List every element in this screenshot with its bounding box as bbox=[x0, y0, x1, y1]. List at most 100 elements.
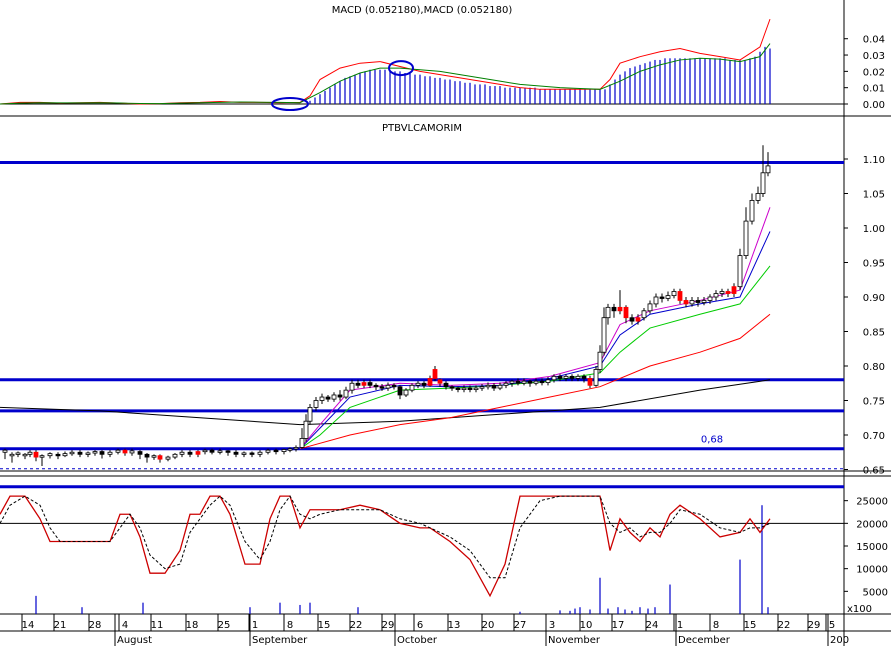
candle-body bbox=[597, 351, 603, 370]
candle-body bbox=[449, 386, 455, 389]
candle-body bbox=[241, 452, 247, 455]
stochastic-line bbox=[0, 495, 771, 579]
candle-body bbox=[765, 165, 771, 174]
candle-body bbox=[647, 303, 653, 312]
day-tick-label: 15 bbox=[744, 620, 757, 631]
candle-body bbox=[581, 375, 587, 379]
price-panel: PTBVLCAMORIM 0,68 1.10 1.05 1.00 0.95 0.90 0.… bbox=[0, 123, 885, 489]
candle-body bbox=[497, 384, 503, 389]
candle-body bbox=[601, 317, 607, 353]
candle-body bbox=[33, 451, 39, 458]
candle-body bbox=[265, 449, 271, 453]
candle-body bbox=[557, 375, 563, 379]
candle-body bbox=[257, 451, 263, 455]
candle-body bbox=[225, 450, 231, 453]
month-label: September bbox=[252, 635, 308, 646]
candle-body bbox=[373, 384, 379, 388]
price-title: PTBVLCAMORIM bbox=[382, 123, 462, 134]
candle-body bbox=[743, 220, 749, 257]
month-label: August bbox=[117, 635, 152, 646]
candle-body bbox=[202, 449, 208, 453]
stochastic-tick-label: 10000 bbox=[856, 565, 888, 576]
candle-body bbox=[157, 455, 163, 460]
day-tick-label: 18 bbox=[186, 620, 199, 631]
candle-body bbox=[151, 455, 157, 458]
candle-body bbox=[325, 396, 331, 400]
candle-body bbox=[385, 384, 391, 389]
candle-body bbox=[611, 306, 617, 312]
candle-body bbox=[367, 382, 373, 386]
macd-tick-label: 0.02 bbox=[863, 67, 885, 78]
candle-body bbox=[287, 448, 293, 451]
price-tick-label: 0.65 bbox=[863, 466, 885, 477]
macd-histogram bbox=[309, 46, 771, 104]
stochastic-volume-panel: 25000 20000 15000 10000 5000 x100 bbox=[0, 495, 888, 615]
day-tick-label: 3 bbox=[549, 620, 555, 631]
stochastic-tick-label: 15000 bbox=[856, 542, 888, 553]
candle-body bbox=[671, 291, 677, 297]
candle-body bbox=[217, 450, 223, 453]
day-tick-label: 21 bbox=[54, 620, 67, 631]
candle-body bbox=[355, 382, 361, 386]
candle-body bbox=[485, 384, 491, 388]
candle-body bbox=[545, 379, 551, 383]
candle-body bbox=[695, 300, 701, 303]
stochastic-tick-label: 5000 bbox=[863, 587, 888, 598]
day-tick-label: 4 bbox=[122, 620, 128, 631]
candle-body bbox=[85, 452, 91, 455]
candle-body bbox=[144, 453, 150, 458]
candle-body bbox=[755, 193, 761, 201]
day-tick-label: 14 bbox=[22, 620, 35, 631]
macd-y-ticks: 0.04 0.03 0.02 0.01 0.00 bbox=[844, 35, 885, 111]
moving-average bbox=[299, 231, 771, 450]
candle-body bbox=[427, 378, 433, 386]
candle-body bbox=[641, 310, 647, 319]
price-tick-label: 0.80 bbox=[863, 362, 885, 373]
candle-body bbox=[701, 300, 707, 303]
candle-body bbox=[273, 449, 279, 453]
macd-title: MACD (0.052180),MACD (0.052180) bbox=[332, 5, 513, 16]
candle-body bbox=[331, 394, 337, 400]
price-tick-label: 1.05 bbox=[863, 190, 885, 201]
price-y-ticks: 1.10 1.05 1.00 0.95 0.90 0.85 0.80 0.75 0.70 0.65 bbox=[844, 155, 885, 477]
candle-body bbox=[569, 375, 575, 379]
day-tick-label: 10 bbox=[580, 620, 593, 631]
candle-body bbox=[179, 451, 185, 455]
volume-unit-label: x100 bbox=[847, 604, 872, 615]
day-tick-label: 1 bbox=[252, 620, 258, 631]
price-tick-label: 0.75 bbox=[863, 397, 885, 408]
candle-body bbox=[605, 306, 611, 319]
month-label: December bbox=[678, 635, 731, 646]
macd-panel: MACD (0.052180),MACD (0.052180) 0.04 0.03… bbox=[0, 5, 885, 111]
candle-body bbox=[129, 450, 135, 454]
candle-body bbox=[195, 451, 201, 455]
stochastic-y-ticks: 25000 20000 15000 10000 5000 bbox=[844, 497, 888, 598]
candle-body bbox=[303, 420, 309, 439]
candle-body bbox=[293, 447, 299, 450]
candle-body bbox=[122, 449, 128, 454]
support-annotation: 0,68 bbox=[701, 435, 723, 446]
stochastic-tick-label: 20000 bbox=[856, 519, 888, 530]
price-tick-label: 0.70 bbox=[863, 431, 885, 442]
moving-average bbox=[0, 379, 771, 426]
moving-average bbox=[299, 207, 771, 450]
month-label: 200 bbox=[830, 635, 849, 646]
candle-body bbox=[707, 296, 713, 301]
candle-body bbox=[92, 451, 98, 454]
candle-body bbox=[15, 452, 21, 455]
candle-body bbox=[461, 387, 467, 390]
candle-body bbox=[623, 306, 629, 319]
candle-body bbox=[587, 378, 593, 386]
price-tick-label: 0.95 bbox=[863, 259, 885, 270]
candle-body bbox=[403, 389, 409, 396]
candle-body bbox=[432, 369, 438, 379]
day-tick-label: 29 bbox=[808, 620, 821, 631]
candle-body bbox=[665, 295, 671, 299]
candle-body bbox=[115, 449, 121, 453]
candle-body bbox=[760, 172, 766, 194]
day-tick-label: 1 bbox=[677, 620, 683, 631]
price-tick-label: 0.85 bbox=[863, 328, 885, 339]
day-tick-label: 24 bbox=[646, 620, 659, 631]
candle-body bbox=[39, 455, 45, 458]
candle-body bbox=[731, 286, 737, 294]
